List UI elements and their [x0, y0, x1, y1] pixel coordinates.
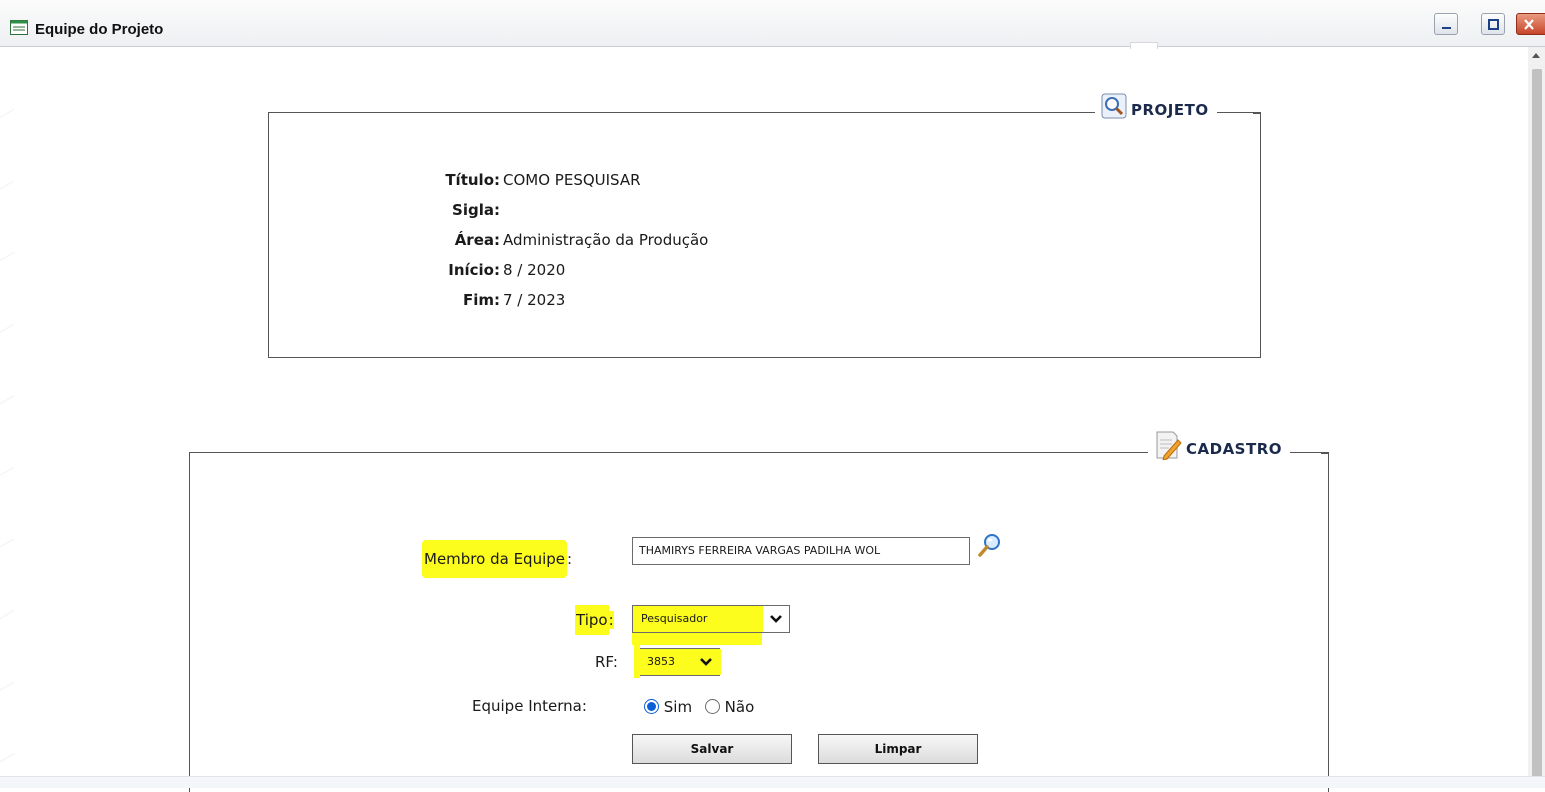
left-background-decoration [0, 47, 14, 777]
rf-label: RF: [595, 653, 618, 671]
projeto-legend: PROJETO [1095, 93, 1217, 123]
minimize-icon [1442, 27, 1451, 29]
info-row-sigla: Sigla: [400, 201, 503, 219]
tipo-select-value: Pesquisador [641, 612, 708, 625]
chevron-down-icon [770, 615, 782, 623]
inicio-value: 8 / 2020 [503, 261, 566, 279]
membro-input[interactable]: THAMIRYS FERREIRA VARGAS PADILHA WOL [632, 537, 970, 565]
radio-sim[interactable] [644, 699, 659, 714]
tipo-highlight-tail [632, 633, 762, 645]
info-row-area: Área: Administração da Produção [400, 231, 709, 249]
vertical-scrollbar[interactable] [1528, 47, 1545, 777]
rf-highlight-edge [634, 644, 640, 678]
projeto-legend-text: PROJETO [1131, 101, 1209, 119]
radio-nao-label[interactable]: Não [725, 698, 755, 716]
area-value: Administração da Produção [503, 231, 709, 249]
search-icon[interactable] [976, 532, 1004, 558]
chevron-down-icon [700, 658, 712, 666]
rf-select-value: 3853 [647, 655, 675, 668]
bottom-strip [0, 776, 1545, 788]
maximize-button[interactable] [1481, 13, 1505, 35]
tipo-select[interactable]: Pesquisador [632, 605, 790, 633]
tipo-colon: : [608, 611, 614, 629]
titulo-value: COMO PESQUISAR [503, 171, 641, 189]
tab-stub [1130, 42, 1158, 49]
close-icon [1524, 19, 1534, 30]
info-row-inicio: Início: 8 / 2020 [400, 261, 565, 279]
inicio-label: Início: [448, 261, 500, 279]
titulo-label: Título: [445, 171, 500, 189]
area-label: Área: [454, 231, 500, 249]
fim-value: 7 / 2023 [503, 291, 566, 309]
membro-label-group: Membro da Equipe: [422, 540, 572, 578]
close-button[interactable] [1516, 13, 1545, 35]
info-row-titulo: Título: COMO PESQUISAR [400, 171, 641, 189]
salvar-button[interactable]: Salvar [632, 734, 792, 764]
edit-note-icon [1156, 431, 1182, 460]
fieldset-corner [1321, 453, 1329, 454]
equipe-interna-radio-group: Sim Não [644, 698, 754, 716]
cadastro-legend-text: CADASTRO [1186, 440, 1283, 458]
tipo-label-group: Tipo: [575, 605, 614, 635]
cadastro-legend: CADASTRO [1148, 430, 1291, 460]
rf-select[interactable]: 3853 [638, 648, 721, 676]
sigla-label: Sigla: [452, 201, 500, 219]
membro-colon: : [567, 550, 573, 568]
membro-label: Membro da Equipe [422, 540, 567, 578]
tipo-label: Tipo [575, 605, 609, 635]
window-form-icon [10, 20, 28, 35]
scroll-up-arrow-icon[interactable] [1532, 53, 1540, 58]
fim-label: Fim: [462, 291, 500, 309]
magnifier-icon [1101, 93, 1127, 119]
scrollbar-thumb[interactable] [1532, 69, 1542, 777]
info-row-fim: Fim: 7 / 2023 [400, 291, 565, 309]
minimize-button[interactable] [1434, 13, 1458, 35]
radio-sim-label[interactable]: Sim [664, 698, 692, 716]
radio-nao[interactable] [704, 699, 720, 714]
window-title: Equipe do Projeto [35, 21, 164, 38]
equipe-interna-label: Equipe Interna: [472, 697, 587, 715]
maximize-icon [1488, 19, 1499, 30]
limpar-button[interactable]: Limpar [818, 734, 978, 764]
fieldset-corner [1253, 113, 1261, 114]
window-titlebar: Equipe do Projeto [0, 0, 1545, 47]
